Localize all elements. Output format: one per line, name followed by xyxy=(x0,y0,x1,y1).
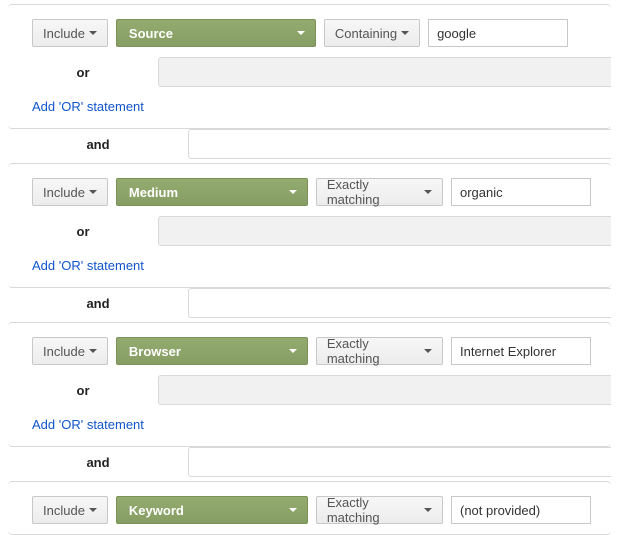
and-separator: and xyxy=(8,129,611,159)
add-or-link[interactable]: Add 'OR' statement xyxy=(32,99,144,114)
caret-down-icon xyxy=(401,31,409,35)
match-type-dropdown[interactable]: Exactly matching xyxy=(316,178,443,206)
caret-down-icon xyxy=(289,190,297,194)
add-or-link[interactable]: Add 'OR' statement xyxy=(32,417,144,432)
condition-row: Include Source Containing xyxy=(8,5,611,57)
caret-down-icon xyxy=(89,31,97,35)
and-label: and xyxy=(86,137,109,152)
caret-down-icon xyxy=(89,349,97,353)
dimension-label: Source xyxy=(129,26,173,41)
include-label: Include xyxy=(43,26,85,41)
condition-row: Include Keyword Exactly matching xyxy=(8,482,611,534)
or-gutter xyxy=(158,57,611,87)
or-label: or xyxy=(77,65,90,80)
caret-down-icon xyxy=(289,349,297,353)
and-gutter xyxy=(188,288,611,318)
match-type-label: Containing xyxy=(335,26,397,41)
dimension-dropdown[interactable]: Browser xyxy=(116,337,308,365)
caret-down-icon xyxy=(424,190,432,194)
and-label: and xyxy=(86,296,109,311)
caret-down-icon xyxy=(89,190,97,194)
add-or-row: Add 'OR' statement xyxy=(8,405,611,446)
and-separator: and xyxy=(8,447,611,477)
match-type-dropdown[interactable]: Exactly matching xyxy=(316,496,443,524)
add-or-row: Add 'OR' statement xyxy=(8,246,611,287)
value-input[interactable] xyxy=(451,496,591,524)
match-type-dropdown[interactable]: Exactly matching xyxy=(316,337,443,365)
or-separator: or xyxy=(8,216,611,246)
dimension-dropdown[interactable]: Keyword xyxy=(116,496,308,524)
and-label-wrap: and xyxy=(8,447,188,477)
include-label: Include xyxy=(43,185,85,200)
or-label-wrap: or xyxy=(8,216,158,246)
filter-group: Include Browser Exactly matching or Add 'OR'… xyxy=(8,322,611,447)
or-gutter xyxy=(158,216,611,246)
and-separator: and xyxy=(8,288,611,318)
or-separator: or xyxy=(8,57,611,87)
value-input[interactable] xyxy=(428,19,568,47)
filter-group: Include Source Containing or Add 'OR' statem… xyxy=(8,4,611,129)
dimension-label: Keyword xyxy=(129,503,184,518)
value-input[interactable] xyxy=(451,337,591,365)
value-input[interactable] xyxy=(451,178,591,206)
filter-group: Include Medium Exactly matching or Add 'OR' … xyxy=(8,163,611,288)
include-label: Include xyxy=(43,344,85,359)
filter-group: Include Keyword Exactly matching xyxy=(8,481,611,535)
dimension-dropdown[interactable]: Medium xyxy=(116,178,308,206)
match-type-dropdown[interactable]: Containing xyxy=(324,19,420,47)
condition-row: Include Medium Exactly matching xyxy=(8,164,611,216)
add-or-row: Add 'OR' statement xyxy=(8,87,611,128)
or-label: or xyxy=(77,224,90,239)
match-type-label: Exactly matching xyxy=(327,495,420,525)
or-label-wrap: or xyxy=(8,375,158,405)
and-label: and xyxy=(86,455,109,470)
and-label-wrap: and xyxy=(8,129,188,159)
and-gutter xyxy=(188,129,611,159)
caret-down-icon xyxy=(424,508,432,512)
match-type-label: Exactly matching xyxy=(327,177,420,207)
or-separator: or xyxy=(8,375,611,405)
or-gutter xyxy=(158,375,611,405)
and-gutter xyxy=(188,447,611,477)
match-type-label: Exactly matching xyxy=(327,336,420,366)
add-or-link[interactable]: Add 'OR' statement xyxy=(32,258,144,273)
dimension-label: Medium xyxy=(129,185,178,200)
or-label-wrap: or xyxy=(8,57,158,87)
or-label: or xyxy=(77,383,90,398)
include-dropdown[interactable]: Include xyxy=(32,337,108,365)
caret-down-icon xyxy=(89,508,97,512)
caret-down-icon xyxy=(289,508,297,512)
include-label: Include xyxy=(43,503,85,518)
dimension-label: Browser xyxy=(129,344,181,359)
include-dropdown[interactable]: Include xyxy=(32,496,108,524)
caret-down-icon xyxy=(297,31,305,35)
and-label-wrap: and xyxy=(8,288,188,318)
dimension-dropdown[interactable]: Source xyxy=(116,19,316,47)
caret-down-icon xyxy=(424,349,432,353)
include-dropdown[interactable]: Include xyxy=(32,178,108,206)
condition-row: Include Browser Exactly matching xyxy=(8,323,611,375)
include-dropdown[interactable]: Include xyxy=(32,19,108,47)
